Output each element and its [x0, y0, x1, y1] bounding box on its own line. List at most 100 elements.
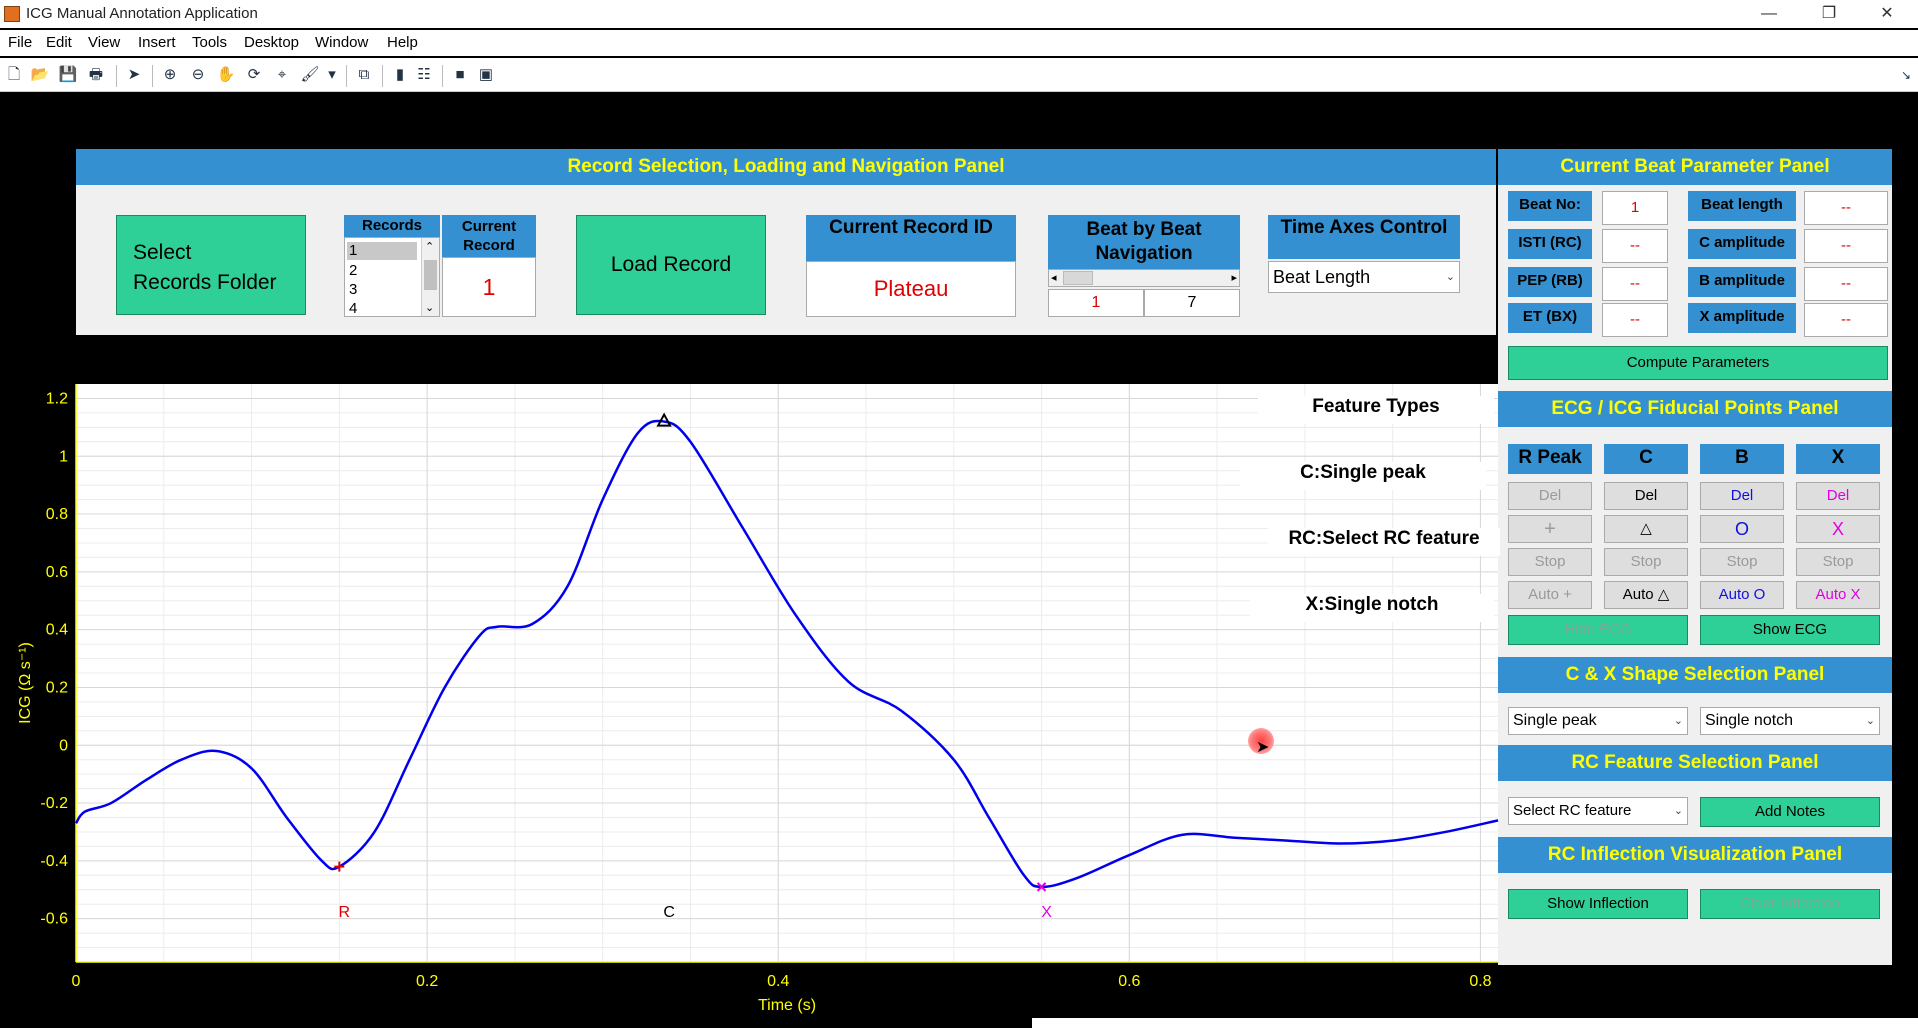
y-tick-label: 0 [59, 737, 68, 754]
menu-bar: File Edit View Insert Tools Desktop Wind… [0, 30, 1918, 56]
time-axes-header: Time Axes Control [1268, 215, 1460, 259]
b-amplitude-value: -- [1804, 267, 1888, 301]
x-shape-dropdown[interactable]: Single notch ⌄ [1700, 707, 1880, 735]
y-axis-label: ICG (Ω s⁻¹) [17, 642, 34, 724]
menu-desktop[interactable]: Desktop [244, 34, 299, 51]
beat-parameter-panel-title: Current Beat Parameter Panel [1498, 149, 1892, 185]
r-del-button[interactable]: Del [1508, 482, 1592, 510]
legend-icon[interactable]: ☷ [414, 65, 434, 85]
pan-icon[interactable]: ✋ [216, 65, 236, 85]
brush-icon[interactable]: 🖌 [300, 65, 320, 85]
time-axes-dropdown[interactable]: Beat Length ⌄ [1268, 261, 1460, 293]
rc-feature-dropdown[interactable]: Select RC feature ⌄ [1508, 797, 1688, 825]
menu-edit[interactable]: Edit [46, 34, 72, 51]
clear-inflection-button[interactable]: Clear Inflection [1700, 889, 1880, 919]
records-listbox[interactable]: 1 2 3 4 ⌃ ⌄ [344, 237, 440, 317]
zoom-out-icon[interactable]: ⊖ [188, 65, 208, 85]
c-auto-button[interactable]: Auto △ [1604, 581, 1688, 609]
b-add-button[interactable]: O [1700, 515, 1784, 543]
rc-inflection-panel-title: RC Inflection Visualization Panel [1498, 837, 1892, 873]
data-cursor-icon[interactable]: ⌖ [272, 65, 292, 85]
current-record-id-value: Plateau [806, 261, 1016, 317]
x-tick-label: 0.6 [1118, 973, 1140, 990]
slider-thumb[interactable] [1063, 271, 1093, 285]
y-tick-label: 0.2 [46, 679, 68, 696]
zoom-in-icon[interactable]: ⊕ [160, 65, 180, 85]
feature-x-label: X:Single notch [1250, 594, 1494, 622]
menu-tools[interactable]: Tools [192, 34, 227, 51]
menu-help[interactable]: Help [387, 34, 418, 51]
colorbar-icon[interactable]: ▮ [390, 65, 410, 85]
b-auto-button[interactable]: Auto O [1700, 581, 1784, 609]
c-add-button[interactable]: △ [1604, 515, 1688, 543]
c-amplitude-label: C amplitude [1688, 229, 1796, 259]
x-del-button[interactable]: Del [1796, 482, 1880, 510]
select-records-folder-button[interactable]: Select Records Folder [116, 215, 306, 315]
record-panel-title: Record Selection, Loading and Navigation… [76, 149, 1496, 185]
brush-dropdown-icon[interactable]: ▾ [322, 65, 342, 85]
scroll-down-icon[interactable]: ⌄ [425, 301, 434, 314]
b-stop-button[interactable]: Stop [1700, 548, 1784, 576]
restore-button[interactable]: ❐ [1806, 2, 1852, 26]
list-item[interactable]: 3 [349, 281, 357, 298]
c-del-button[interactable]: Del [1604, 482, 1688, 510]
x-axis-label: Time (s) [758, 997, 816, 1014]
r-stop-button[interactable]: Stop [1508, 548, 1592, 576]
beat-current-value: 1 [1048, 289, 1144, 317]
show-ecg-button[interactable]: Show ECG [1700, 615, 1880, 645]
feature-rc-label: RC:Select RC feature [1268, 528, 1500, 556]
rotate-icon[interactable]: ⟳ [244, 65, 264, 85]
bottom-edge [1032, 1018, 1918, 1028]
fiducial-panel-title: ECG / ICG Fiducial Points Panel [1498, 391, 1892, 427]
c-stop-button[interactable]: Stop [1604, 548, 1688, 576]
beat-navigation-slider[interactable]: ◂ ▸ [1048, 269, 1240, 287]
dock-arrow-icon[interactable]: ↘ [1896, 65, 1916, 85]
record-selection-panel: Record Selection, Loading and Navigation… [76, 149, 1496, 335]
open-folder-icon[interactable]: 📂 [30, 65, 50, 85]
r-auto-button[interactable]: Auto + [1508, 581, 1592, 609]
current-record-id-header: Current Record ID [806, 215, 1016, 261]
new-file-icon[interactable]: 🗋 [4, 65, 24, 85]
rc-feature-panel-title: RC Feature Selection Panel [1498, 745, 1892, 781]
x-stop-button[interactable]: Stop [1796, 548, 1880, 576]
x-add-button[interactable]: X [1796, 515, 1880, 543]
list-item[interactable]: 2 [349, 262, 357, 279]
x-auto-button[interactable]: Auto X [1796, 581, 1880, 609]
menu-insert[interactable]: Insert [138, 34, 176, 51]
add-notes-button[interactable]: Add Notes [1700, 797, 1880, 827]
list-item[interactable]: 1 [347, 242, 417, 260]
records-scrollbar[interactable]: ⌃ ⌄ [421, 238, 439, 316]
show-tools-icon[interactable]: ▣ [476, 65, 496, 85]
load-record-button[interactable]: Load Record [576, 215, 766, 315]
chevron-down-icon: ⌄ [1445, 271, 1455, 283]
scroll-up-icon[interactable]: ⌃ [425, 240, 434, 253]
y-tick-label: -0.4 [40, 853, 68, 870]
save-icon[interactable]: 💾 [58, 65, 78, 85]
list-item[interactable]: 4 [349, 300, 357, 317]
show-inflection-button[interactable]: Show Inflection [1508, 889, 1688, 919]
pointer-icon[interactable]: ➤ [124, 65, 144, 85]
menu-view[interactable]: View [88, 34, 120, 51]
close-button[interactable]: ✕ [1864, 2, 1910, 26]
pep-value: -- [1602, 267, 1668, 301]
b-del-button[interactable]: Del [1700, 482, 1784, 510]
hide-tools-icon[interactable]: ■ [450, 65, 470, 85]
print-icon[interactable]: 🖶 [86, 65, 106, 85]
menu-file[interactable]: File [8, 34, 32, 51]
et-label: ET (BX) [1508, 303, 1592, 333]
scroll-thumb[interactable] [424, 260, 437, 290]
r-add-button[interactable]: + [1508, 515, 1592, 543]
title-bar: ICG Manual Annotation Application — ❐ ✕ [0, 0, 1918, 28]
c-shape-dropdown[interactable]: Single peak ⌄ [1508, 707, 1688, 735]
r-peak-header: R Peak [1508, 444, 1592, 474]
slider-right-icon[interactable]: ▸ [1231, 271, 1237, 284]
hide-ecg-button[interactable]: Hide ECG [1508, 615, 1688, 645]
y-tick-label: 0.4 [46, 622, 68, 639]
link-plot-icon[interactable]: ⧉ [354, 65, 374, 85]
right-panel: Current Beat Parameter Panel Beat No: 1 … [1498, 149, 1892, 965]
slider-left-icon[interactable]: ◂ [1051, 271, 1057, 284]
compute-parameters-button[interactable]: Compute Parameters [1508, 346, 1888, 380]
menu-window[interactable]: Window [315, 34, 368, 51]
minimize-button[interactable]: — [1746, 2, 1792, 26]
window-title: ICG Manual Annotation Application [26, 5, 258, 22]
